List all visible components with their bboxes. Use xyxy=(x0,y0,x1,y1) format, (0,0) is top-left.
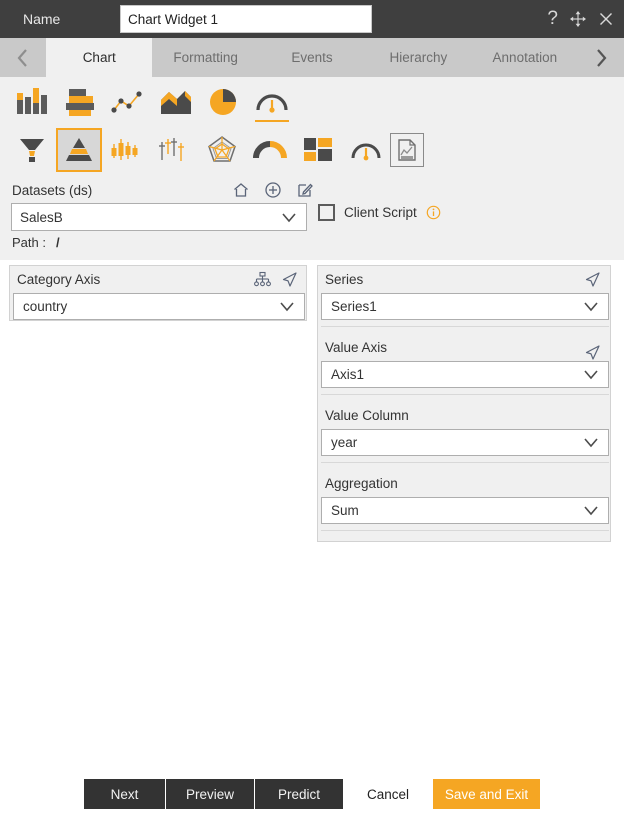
category-axis-label: Category Axis xyxy=(17,272,101,287)
tab-chart[interactable]: Chart xyxy=(46,38,153,77)
treemap-chart-icon[interactable] xyxy=(294,127,342,173)
panel-divider xyxy=(321,326,609,327)
aggregation-label: Aggregation xyxy=(325,476,398,491)
tab-hierarchy[interactable]: Hierarchy xyxy=(365,38,472,77)
series-value: Series1 xyxy=(331,299,377,314)
chevron-down-icon xyxy=(583,301,599,312)
candlestick-chart-icon[interactable] xyxy=(102,127,150,173)
predict-button[interactable]: Predict xyxy=(255,779,343,809)
dial-gauge-chart-icon[interactable] xyxy=(342,127,390,173)
pyramid-chart-icon[interactable] xyxy=(56,128,102,172)
chevron-down-icon xyxy=(583,505,599,516)
hierarchy-icon[interactable] xyxy=(254,271,271,288)
datasets-label: Datasets (ds) xyxy=(12,183,93,198)
pie-chart-icon[interactable] xyxy=(200,79,248,125)
value-column-label: Value Column xyxy=(325,408,409,423)
paper-plane-icon[interactable] xyxy=(584,344,601,361)
value-column-value: year xyxy=(331,435,358,450)
tab-formatting-label: Formatting xyxy=(173,50,238,65)
chevron-down-icon xyxy=(281,212,297,223)
help-icon[interactable]: ? xyxy=(547,8,558,30)
edit-pencil-icon[interactable] xyxy=(296,181,314,199)
series-select[interactable]: Series1 xyxy=(321,293,609,320)
footer-button-bar: Next Preview Predict Cancel Save and Exi… xyxy=(0,770,624,818)
chevron-down-icon xyxy=(583,437,599,448)
move-icon[interactable] xyxy=(569,10,587,28)
bar-chart-icon[interactable] xyxy=(56,79,104,125)
value-axis-value: Axis1 xyxy=(331,367,365,382)
paper-plane-icon[interactable] xyxy=(281,271,298,288)
client-script-checkbox-row[interactable]: Client Script xyxy=(318,204,441,221)
area-chart-icon[interactable] xyxy=(152,79,200,125)
series-panel: Series Series1 Value Axis Axis1 Value Co… xyxy=(317,265,611,542)
close-icon[interactable] xyxy=(598,11,614,27)
tab-strip: Chart Formatting Events Hierarchy Annota… xyxy=(0,38,624,77)
tab-annotation[interactable]: Annotation xyxy=(471,38,579,77)
category-axis-select[interactable]: country xyxy=(13,293,305,320)
category-axis-panel: Category Axis country xyxy=(9,265,307,321)
line-scatter-chart-icon[interactable] xyxy=(104,79,152,125)
datasets-selected-value: SalesB xyxy=(20,209,63,225)
datasets-select[interactable]: SalesB xyxy=(11,203,307,231)
value-axis-select[interactable]: Axis1 xyxy=(321,361,609,388)
category-axis-icons xyxy=(254,271,298,288)
title-bar: Name ? xyxy=(0,0,624,38)
gauge-chart-icon[interactable] xyxy=(248,79,296,125)
range-chart-icon[interactable] xyxy=(150,127,198,173)
tab-formatting[interactable]: Formatting xyxy=(152,38,259,77)
panel-divider xyxy=(321,394,609,395)
save-and-exit-button[interactable]: Save and Exit xyxy=(433,779,540,809)
title-bar-icons: ? xyxy=(547,0,614,38)
path-label: Path : xyxy=(12,235,46,250)
datasets-section: Datasets (ds) SalesB Path: / Client Scr… xyxy=(0,175,624,260)
path-value: / xyxy=(55,235,60,250)
chart-type-row-secondary xyxy=(8,127,424,173)
aggregation-value: Sum xyxy=(331,503,359,518)
semi-gauge-chart-icon[interactable] xyxy=(246,127,294,173)
category-axis-value: country xyxy=(23,299,68,314)
panel-divider xyxy=(321,462,609,463)
widget-name-input[interactable] xyxy=(120,5,372,33)
column-chart-icon[interactable] xyxy=(8,79,56,125)
chart-image-icon[interactable] xyxy=(390,133,424,167)
chart-type-row-primary xyxy=(8,79,296,125)
next-button[interactable]: Next xyxy=(84,779,165,809)
gauge-active-underline xyxy=(255,120,289,122)
client-script-label: Client Script xyxy=(344,205,417,220)
chevron-down-icon xyxy=(279,301,295,312)
value-axis-label: Value Axis xyxy=(325,340,388,355)
tab-events-label: Events xyxy=(291,50,333,65)
value-column-select[interactable]: year xyxy=(321,429,609,456)
radar-chart-icon[interactable] xyxy=(198,127,246,173)
name-label: Name xyxy=(23,11,61,27)
dataset-path-row: Path : / xyxy=(12,235,60,250)
aggregation-select[interactable]: Sum xyxy=(321,497,609,524)
client-script-checkbox[interactable] xyxy=(318,204,335,221)
chart-widget-dialog: Name ? xyxy=(0,0,624,818)
datasets-action-icons xyxy=(232,181,314,199)
tab-scroll-left-button[interactable] xyxy=(0,38,46,77)
paper-plane-icon[interactable] xyxy=(584,271,601,288)
tab-hierarchy-label: Hierarchy xyxy=(389,50,448,65)
tab-annotation-label: Annotation xyxy=(492,50,558,65)
tab-events[interactable]: Events xyxy=(258,38,366,77)
chart-type-toolbar xyxy=(0,77,624,175)
home-icon[interactable] xyxy=(232,181,250,199)
plus-circle-icon[interactable] xyxy=(264,181,282,199)
tab-scroll-right-button[interactable] xyxy=(578,38,624,77)
panel-divider xyxy=(321,530,609,531)
preview-button[interactable]: Preview xyxy=(166,779,254,809)
chevron-down-icon xyxy=(583,369,599,380)
tab-chart-label: Chart xyxy=(82,50,116,65)
cancel-button[interactable]: Cancel xyxy=(344,779,432,809)
series-label: Series xyxy=(325,272,364,287)
info-icon[interactable] xyxy=(426,205,441,220)
funnel-chart-icon[interactable] xyxy=(8,127,56,173)
